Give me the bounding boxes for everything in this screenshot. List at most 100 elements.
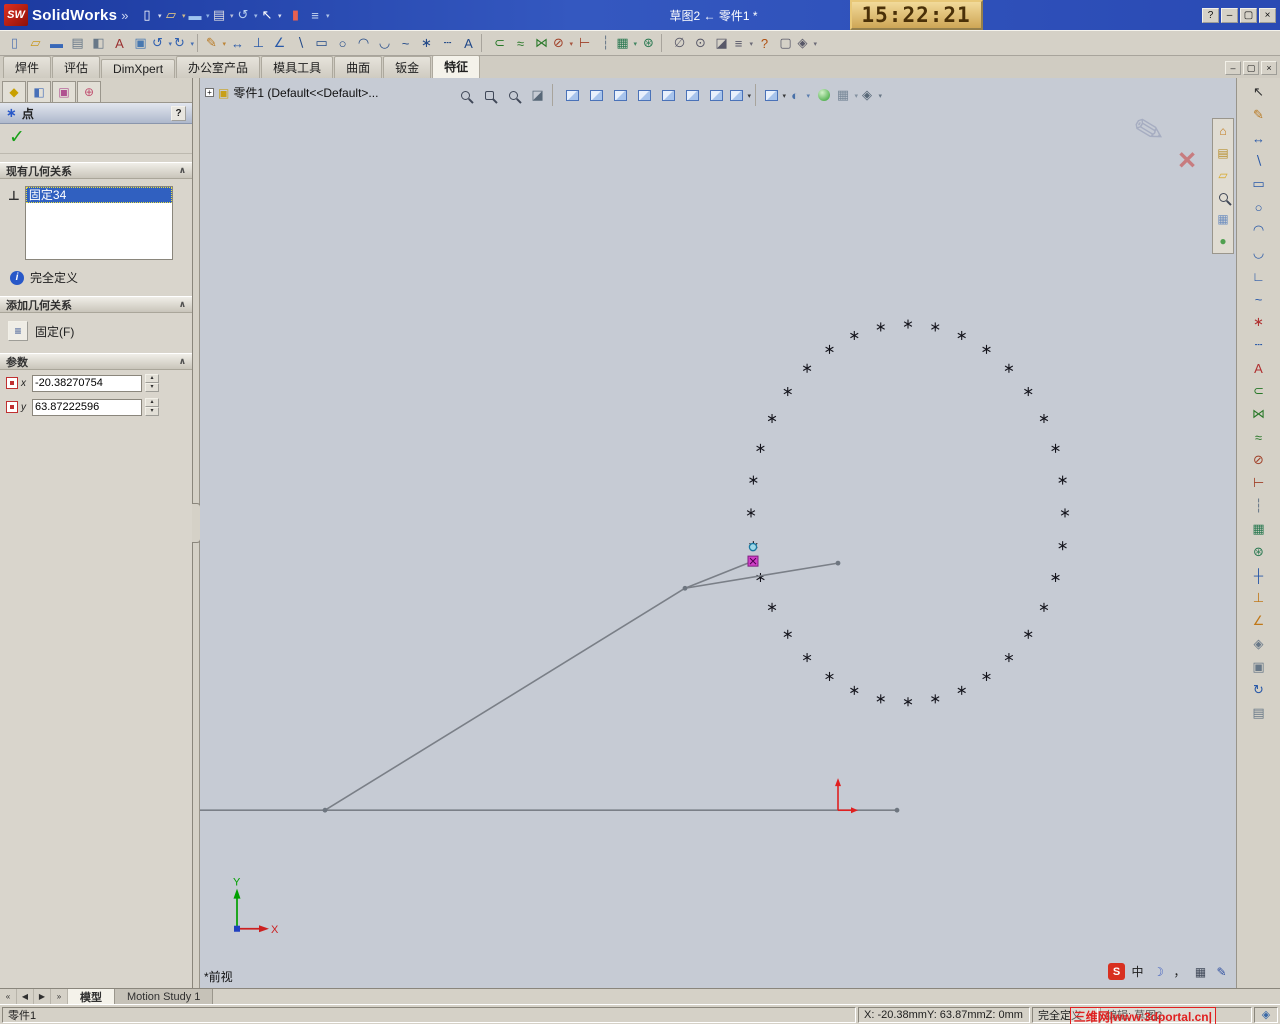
tab-surfaces[interactable]: 曲面 xyxy=(334,56,383,78)
zoom-to-area-icon[interactable] xyxy=(478,84,501,106)
view-bottom-icon[interactable] xyxy=(681,84,704,106)
help-icon[interactable]: ? xyxy=(754,33,775,54)
fix-relation-button[interactable]: ≡ 固定(F) xyxy=(0,313,192,345)
select-icon[interactable]: ↖ xyxy=(1248,81,1270,103)
ime-softkeyboard-icon[interactable]: ▦ xyxy=(1192,963,1209,980)
options-list-icon[interactable]: ≡ xyxy=(308,4,330,26)
toolbox-icon[interactable]: ▮ xyxy=(284,4,306,26)
tab-motion-study-1[interactable]: Motion Study 1 xyxy=(115,989,214,1004)
maximize-button[interactable]: ▢ xyxy=(1240,7,1257,23)
edit-appearance-icon[interactable] xyxy=(812,84,835,106)
select-icon[interactable]: ↖ xyxy=(260,4,282,26)
view-orientation-icon[interactable] xyxy=(729,84,752,106)
tab-features[interactable]: 特征 xyxy=(432,55,481,78)
trim-entities-icon[interactable]: ⊘ xyxy=(552,33,574,54)
zoom-to-fit-icon[interactable] xyxy=(454,84,477,106)
trim-entities-icon[interactable]: ⊘ xyxy=(1248,449,1270,471)
section-add-relations[interactable]: 添加几何关系 ∧ xyxy=(0,296,192,313)
section-parameters[interactable]: 参数 ∧ xyxy=(0,353,192,370)
x-spin-up-button[interactable]: ▴ xyxy=(145,374,159,383)
section-view-icon[interactable]: ◪ xyxy=(526,84,549,106)
modify-sketch-icon[interactable]: ↻ xyxy=(1248,679,1270,701)
ime-logo-icon[interactable]: S xyxy=(1108,963,1125,980)
x-spin-down-button[interactable]: ▾ xyxy=(145,383,159,392)
undo-icon[interactable]: ↺ xyxy=(236,4,258,26)
sketch-icon[interactable]: ✎ xyxy=(205,33,227,54)
display-relations-icon[interactable]: ∠ xyxy=(1248,610,1270,632)
tab-sheet-metal[interactable]: 钣金 xyxy=(383,56,432,78)
feature-manager-tab-icon[interactable]: ◆ xyxy=(2,81,26,102)
close-button[interactable]: × xyxy=(1259,7,1276,23)
view-settings-icon[interactable]: ◈ xyxy=(796,33,818,54)
tree-expander-icon[interactable]: + xyxy=(205,88,214,97)
tab-dimxpert[interactable]: DimXpert xyxy=(101,59,176,78)
line-icon[interactable]: ∖ xyxy=(290,33,311,54)
centerpoint-arc-icon[interactable]: ◠ xyxy=(353,33,374,54)
dimxpert-manager-tab-icon[interactable]: ⊕ xyxy=(77,81,101,102)
relations-list[interactable]: 固定34 xyxy=(24,186,173,260)
appearances-scenes-icon[interactable]: ● xyxy=(1214,232,1232,250)
panel-help-button[interactable]: ? xyxy=(171,105,186,121)
convert-entities-icon[interactable]: ⊂ xyxy=(489,33,510,54)
solidworks-search-icon[interactable] xyxy=(1214,188,1232,206)
design-library-icon[interactable]: ▤ xyxy=(1214,144,1232,162)
section-existing-relations[interactable]: 现有几何关系 ∧ xyxy=(0,162,192,179)
status-corner-icon[interactable]: ◈ xyxy=(1254,1006,1278,1023)
tab-office-products[interactable]: 办公室产品 xyxy=(176,56,261,78)
convert-entities-icon[interactable]: ⊂ xyxy=(1248,380,1270,402)
file-explorer-icon[interactable]: ▱ xyxy=(1214,166,1232,184)
linear-pattern-icon[interactable]: ▦ xyxy=(1248,518,1270,540)
section-properties-icon[interactable]: ◪ xyxy=(711,33,732,54)
add-relation-icon[interactable]: ⊥ xyxy=(248,33,269,54)
solidworks-resources-icon[interactable]: ⌂ xyxy=(1214,122,1232,140)
new-document-icon[interactable]: ▯ xyxy=(140,4,162,26)
document-restore-button[interactable]: ▢ xyxy=(1243,61,1259,75)
scroll-next-icon[interactable]: ▶ xyxy=(34,989,51,1004)
configuration-manager-tab-icon[interactable]: ▣ xyxy=(52,81,76,102)
circular-pattern-icon[interactable]: ⊛ xyxy=(1248,541,1270,563)
tangent-arc-icon[interactable]: ◡ xyxy=(374,33,395,54)
view-right-icon[interactable] xyxy=(633,84,656,106)
tangent-arc-icon[interactable]: ◡ xyxy=(1248,242,1270,264)
copy-icon[interactable]: ▣ xyxy=(130,33,151,54)
view-top-icon[interactable] xyxy=(657,84,680,106)
centerpoint-arc-icon[interactable]: ◠ xyxy=(1248,219,1270,241)
centerline-icon[interactable]: ┄ xyxy=(437,33,458,54)
circle-icon[interactable]: ○ xyxy=(332,33,353,54)
ime-punctuation-icon[interactable]: ， xyxy=(1171,963,1188,980)
offset-entities-icon[interactable]: ≈ xyxy=(510,33,531,54)
smart-dimension-icon[interactable]: ↔ xyxy=(1248,127,1270,149)
text-icon[interactable]: A xyxy=(1248,357,1270,379)
tab-mold-tools[interactable]: 模具工具 xyxy=(261,56,334,78)
extend-entities-icon[interactable]: ⊢ xyxy=(1248,472,1270,494)
y-spin-up-button[interactable]: ▴ xyxy=(145,398,159,407)
print-icon[interactable]: ▤ xyxy=(212,4,234,26)
mass-properties-icon[interactable]: ⊙ xyxy=(690,33,711,54)
mirror-entities-icon[interactable]: ⋈ xyxy=(1248,403,1270,425)
y-coordinate-input[interactable] xyxy=(32,398,142,416)
offset-entities-icon[interactable]: ≈ xyxy=(1248,426,1270,448)
open-icon[interactable]: ▱ xyxy=(164,4,186,26)
add-relation-icon[interactable]: ⊥ xyxy=(1248,587,1270,609)
options-icon[interactable]: ≡ xyxy=(732,33,754,54)
apply-scene-icon[interactable]: ▦ xyxy=(836,84,859,106)
ime-fullwidth-icon[interactable]: ☽ xyxy=(1150,963,1167,980)
centerline-icon[interactable]: ┄ xyxy=(1248,334,1270,356)
smart-dimension-icon[interactable]: ↔ xyxy=(227,33,248,54)
spline-icon[interactable]: ~ xyxy=(395,33,416,54)
view-palette-icon[interactable]: ▦ xyxy=(1214,210,1232,228)
zoom-in-out-icon[interactable] xyxy=(502,84,525,106)
print-icon[interactable]: ▤ xyxy=(67,33,88,54)
circle-icon[interactable]: ○ xyxy=(1248,196,1270,218)
feature-tree-root-label[interactable]: 零件1 (Default<<Default>... xyxy=(233,84,378,101)
sketch-icon[interactable]: ✎ xyxy=(1248,104,1270,126)
make-block-icon[interactable]: ▣ xyxy=(1248,656,1270,678)
redo-icon[interactable]: ↻ xyxy=(173,33,195,54)
sketch-picture-icon[interactable]: ▤ xyxy=(1248,702,1270,724)
construction-geometry-icon[interactable]: ┆ xyxy=(595,33,616,54)
ime-chinese-mode-icon[interactable]: 中 xyxy=(1129,963,1146,980)
print-preview-icon[interactable]: ◧ xyxy=(88,33,109,54)
line-icon[interactable]: ∖ xyxy=(1248,150,1270,172)
tab-evaluate[interactable]: 评估 xyxy=(52,56,101,78)
circular-pattern-icon[interactable]: ⊛ xyxy=(638,33,659,54)
